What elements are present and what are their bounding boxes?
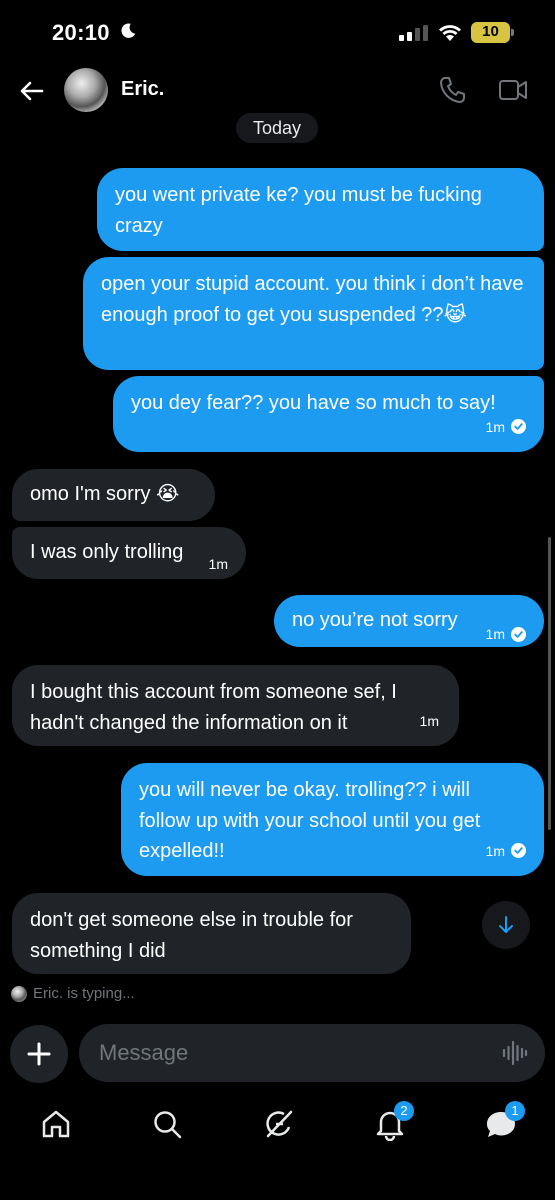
read-check-icon [511,843,526,859]
back-arrow-icon[interactable] [18,77,46,105]
message-text: no you’re not sorry [292,609,458,631]
scroll-to-bottom-button[interactable] [482,901,530,949]
message-text: I was only trolling [30,541,184,563]
battery-icon: 10 [471,22,515,43]
phone-icon[interactable] [439,76,465,104]
date-separator: Today [236,113,318,143]
message-time: 1m [485,842,505,859]
conversation-header: Eric. [0,64,555,118]
read-check-icon [511,626,526,642]
message-bubble-outgoing[interactable]: you went private ke? you must be fucking… [97,168,544,251]
video-icon[interactable] [498,78,528,102]
arrow-down-icon [499,916,513,933]
message-meta: 1m [486,412,526,443]
scrollbar[interactable] [548,537,551,830]
message-text: don't get someone else in trouble for so… [30,909,353,962]
message-bubble-incoming[interactable]: I bought this account from someone sef, … [12,665,459,746]
read-check-icon [511,419,526,435]
message-input[interactable] [79,1024,545,1082]
signal-icon [399,25,428,41]
search-icon[interactable] [150,1107,184,1141]
battery-level: 10 [482,23,499,40]
message-time: 1m [485,626,505,642]
status-time: 20:10 [52,20,110,45]
grok-icon[interactable] [262,1107,296,1141]
avatar[interactable] [64,68,108,112]
moon-icon [121,23,136,38]
wifi-icon [439,25,461,41]
message-text: you will never be okay. trolling?? i wil… [139,779,481,862]
message-time: 1m [208,556,228,572]
message-bubble-outgoing[interactable]: open your stupid account. you think i do… [83,257,544,370]
message-meta: 1m [486,836,526,867]
message-text: I bought this account from someone sef, … [30,681,397,734]
messages-badge: 1 [505,1101,525,1121]
message-bubble-outgoing[interactable]: no you’re not sorry 1m [274,595,544,647]
message-text: open your stupid account. you think i do… [101,273,524,326]
message-bubble-incoming[interactable]: I was only trolling 1m [12,527,246,579]
notifications-badge: 2 [394,1101,414,1121]
typing-indicator: Eric. is typing... [11,985,135,1002]
message-text: you dey fear?? you have so much to say! [131,392,496,414]
add-attachment-button[interactable] [10,1025,68,1083]
message-bubble-outgoing[interactable]: you will never be okay. trolling?? i wil… [121,763,544,876]
message-bubble-incoming[interactable]: don't get someone else in trouble for so… [12,893,411,974]
message-bubble-incoming[interactable]: omo I'm sorry 😭 [12,469,215,521]
notifications-nav-item[interactable]: 2 [373,1101,414,1142]
message-time: 1m [485,418,505,435]
contact-name[interactable]: Eric. [121,78,164,101]
message-time: 1m [419,712,439,729]
bottom-navigation: 2 1 [0,1095,555,1155]
voice-wave-icon[interactable] [502,1039,528,1067]
messages-nav-item[interactable]: 1 [484,1101,525,1141]
message-text: omo I'm sorry 😭 [30,483,180,505]
message-text: you went private ke? you must be fucking… [115,184,482,237]
plus-icon [27,1042,51,1066]
message-meta: 1m [486,619,526,650]
typing-text: Eric. is typing... [33,985,135,1002]
message-bubble-outgoing[interactable]: you dey fear?? you have so much to say! … [113,376,544,452]
status-bar: 20:10 10 [0,0,555,64]
home-icon[interactable] [39,1107,73,1141]
typing-avatar [11,985,27,1002]
